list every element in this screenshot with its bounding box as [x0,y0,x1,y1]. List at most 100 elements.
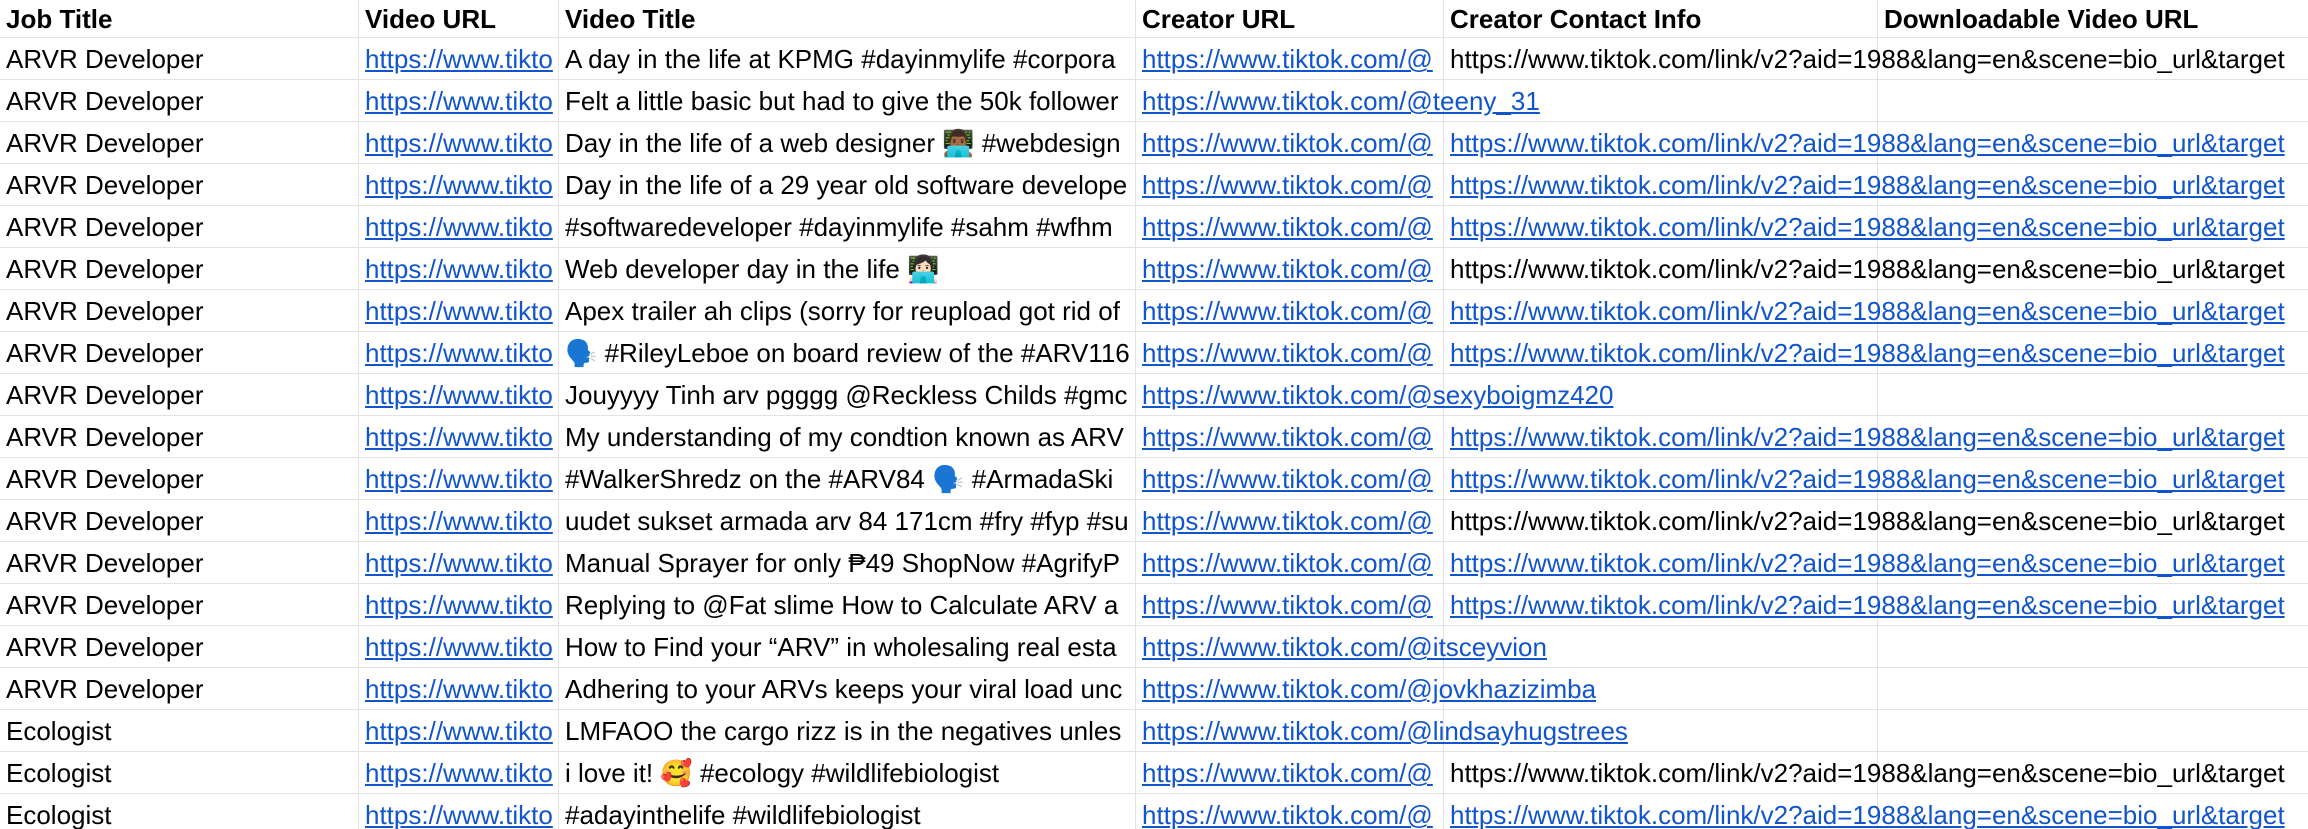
creator-url-link[interactable]: https://www.tiktok.com/@ [1136,458,1444,500]
video-url-link[interactable]: https://www.tikto [359,248,559,290]
job-title-cell[interactable]: Ecologist [0,710,359,752]
video-title-cell[interactable]: Apex trailer ah clips (sorry for reuploa… [559,290,1136,332]
creator-contact-info-cell[interactable]: https://www.tiktok.com/link/v2?aid=1988&… [1444,332,2285,374]
creator-contact-info-cell[interactable]: https://www.tiktok.com/link/v2?aid=1988&… [1444,248,2285,290]
creator-url-link[interactable]: https://www.tiktok.com/@ [1136,122,1444,164]
creator-url-link[interactable]: https://www.tiktok.com/@ [1136,584,1444,626]
job-title-cell[interactable]: Ecologist [0,752,359,794]
job-title-cell[interactable]: ARVR Developer [0,290,359,332]
video-title-cell[interactable]: i love it! 🥰 #ecology #wildlifebiologist [559,752,1136,794]
job-title-cell[interactable]: ARVR Developer [0,332,359,374]
video-url-link[interactable]: https://www.tikto [359,794,559,829]
video-url-link[interactable]: https://www.tikto [359,710,559,752]
video-url-link[interactable]: https://www.tikto [359,206,559,248]
video-title-cell[interactable]: Day in the life of a 29 year old softwar… [559,164,1136,206]
creator-url-link[interactable]: https://www.tiktok.com/@ [1136,332,1444,374]
job-title-cell[interactable]: ARVR Developer [0,584,359,626]
creator-url-link[interactable]: https://www.tiktok.com/@ [1136,290,1444,332]
creator-contact-info-cell[interactable]: https://www.tiktok.com/link/v2?aid=1988&… [1444,500,2285,542]
creator-contact-info-cell[interactable]: https://www.tiktok.com/link/v2?aid=1988&… [1444,164,2285,206]
video-url-link[interactable]: https://www.tikto [359,416,559,458]
creator-url-link[interactable]: https://www.tiktok.com/@ [1136,752,1444,794]
creator-contact-info-cell[interactable]: https://www.tiktok.com/link/v2?aid=1988&… [1444,794,2285,829]
creator-url-link[interactable]: https://www.tiktok.com/@jovkhazizimba [1136,668,1596,710]
creator-url-link[interactable]: https://www.tiktok.com/@ [1136,206,1444,248]
video-url-link[interactable]: https://www.tikto [359,584,559,626]
creator-url-link[interactable]: https://www.tiktok.com/@ [1136,500,1444,542]
downloadable-video-url-cell[interactable] [1878,374,2308,416]
video-url-link[interactable]: https://www.tikto [359,164,559,206]
creator-url-link[interactable]: https://www.tiktok.com/@itsceyvion [1136,626,1547,668]
job-title-cell[interactable]: ARVR Developer [0,206,359,248]
job-title-cell[interactable]: ARVR Developer [0,542,359,584]
job-title-cell[interactable]: ARVR Developer [0,164,359,206]
creator-url-link[interactable]: https://www.tiktok.com/@lindsayhugstrees [1136,710,1628,752]
video-title-cell[interactable]: Day in the life of a web designer 👨🏾‍💻 #… [559,122,1136,164]
video-url-link[interactable]: https://www.tikto [359,542,559,584]
video-title-cell[interactable]: 🗣️ #RileyLeboe on board review of the #A… [559,332,1136,374]
creator-contact-info-cell[interactable]: https://www.tiktok.com/link/v2?aid=1988&… [1444,290,2285,332]
job-title-cell[interactable]: ARVR Developer [0,668,359,710]
column-header-video-url[interactable]: Video URL [359,0,559,38]
downloadable-video-url-cell[interactable] [1878,668,2308,710]
video-url-link[interactable]: https://www.tikto [359,752,559,794]
video-url-link[interactable]: https://www.tikto [359,290,559,332]
job-title-cell[interactable]: ARVR Developer [0,416,359,458]
video-url-link[interactable]: https://www.tikto [359,122,559,164]
job-title-cell[interactable]: ARVR Developer [0,80,359,122]
video-url-link[interactable]: https://www.tikto [359,332,559,374]
job-title-cell[interactable]: ARVR Developer [0,626,359,668]
creator-url-link[interactable]: https://www.tiktok.com/@ [1136,38,1444,80]
video-title-cell[interactable]: Jouyyyy Tinh arv pgggg @Reckless Childs … [559,374,1136,416]
video-title-cell[interactable]: A day in the life at KPMG #dayinmylife #… [559,38,1136,80]
creator-contact-info-cell[interactable]: https://www.tiktok.com/link/v2?aid=1988&… [1444,458,2285,500]
creator-url-link[interactable]: https://www.tiktok.com/@sexyboigmz420 [1136,374,1613,416]
creator-url-link[interactable]: https://www.tiktok.com/@ [1136,542,1444,584]
job-title-cell[interactable]: ARVR Developer [0,458,359,500]
column-header-downloadable-video-url[interactable]: Downloadable Video URL [1878,0,2308,38]
creator-url-link[interactable]: https://www.tiktok.com/@ [1136,794,1444,829]
video-title-cell[interactable]: #adayinthelife #wildlifebiologist [559,794,1136,829]
creator-contact-info-cell[interactable]: https://www.tiktok.com/link/v2?aid=1988&… [1444,416,2285,458]
video-title-cell[interactable]: LMFAOO the cargo rizz is in the negative… [559,710,1136,752]
downloadable-video-url-cell[interactable] [1878,710,2308,752]
creator-url-link[interactable]: https://www.tiktok.com/@ [1136,416,1444,458]
column-header-video-title[interactable]: Video Title [559,0,1136,38]
video-title-cell[interactable]: Replying to @Fat slime How to Calculate … [559,584,1136,626]
downloadable-video-url-cell[interactable] [1878,626,2308,668]
video-url-link[interactable]: https://www.tikto [359,668,559,710]
creator-url-link[interactable]: https://www.tiktok.com/@teeny_31 [1136,80,1540,122]
creator-contact-info-cell[interactable]: https://www.tiktok.com/link/v2?aid=1988&… [1444,752,2285,794]
job-title-cell[interactable]: ARVR Developer [0,38,359,80]
column-header-job-title[interactable]: Job Title [0,0,359,38]
video-title-cell[interactable]: Felt a little basic but had to give the … [559,80,1136,122]
column-header-creator-contact-info[interactable]: Creator Contact Info [1444,0,1878,38]
creator-url-link[interactable]: https://www.tiktok.com/@ [1136,164,1444,206]
video-url-link[interactable]: https://www.tikto [359,80,559,122]
video-url-link[interactable]: https://www.tikto [359,500,559,542]
video-title-cell[interactable]: My understanding of my condtion known as… [559,416,1136,458]
video-title-cell[interactable]: #WalkerShredz on the #ARV84 🗣️ #ArmadaSk… [559,458,1136,500]
creator-contact-info-cell[interactable]: https://www.tiktok.com/link/v2?aid=1988&… [1444,542,2285,584]
job-title-cell[interactable]: ARVR Developer [0,248,359,290]
creator-contact-info-cell[interactable]: https://www.tiktok.com/link/v2?aid=1988&… [1444,122,2285,164]
video-url-link[interactable]: https://www.tikto [359,38,559,80]
video-url-link[interactable]: https://www.tikto [359,626,559,668]
creator-contact-info-cell[interactable]: https://www.tiktok.com/link/v2?aid=1988&… [1444,584,2285,626]
video-title-cell[interactable]: Manual Sprayer for only ₱49 ShopNow #Agr… [559,542,1136,584]
job-title-cell[interactable]: Ecologist [0,794,359,829]
downloadable-video-url-cell[interactable] [1878,80,2308,122]
video-title-cell[interactable]: Web developer day in the life 👩🏻‍💻 [559,248,1136,290]
job-title-cell[interactable]: ARVR Developer [0,500,359,542]
video-title-cell[interactable]: Adhering to your ARVs keeps your viral l… [559,668,1136,710]
creator-contact-info-cell[interactable]: https://www.tiktok.com/link/v2?aid=1988&… [1444,206,2285,248]
video-title-cell[interactable]: How to Find your “ARV” in wholesaling re… [559,626,1136,668]
creator-url-link[interactable]: https://www.tiktok.com/@ [1136,248,1444,290]
column-header-creator-url[interactable]: Creator URL [1136,0,1444,38]
creator-contact-info-cell[interactable]: https://www.tiktok.com/link/v2?aid=1988&… [1444,38,2285,80]
video-url-link[interactable]: https://www.tikto [359,458,559,500]
job-title-cell[interactable]: ARVR Developer [0,374,359,416]
video-title-cell[interactable]: #softwaredeveloper #dayinmylife #sahm #w… [559,206,1136,248]
video-url-link[interactable]: https://www.tikto [359,374,559,416]
video-title-cell[interactable]: uudet sukset armada arv 84 171cm #fry #f… [559,500,1136,542]
